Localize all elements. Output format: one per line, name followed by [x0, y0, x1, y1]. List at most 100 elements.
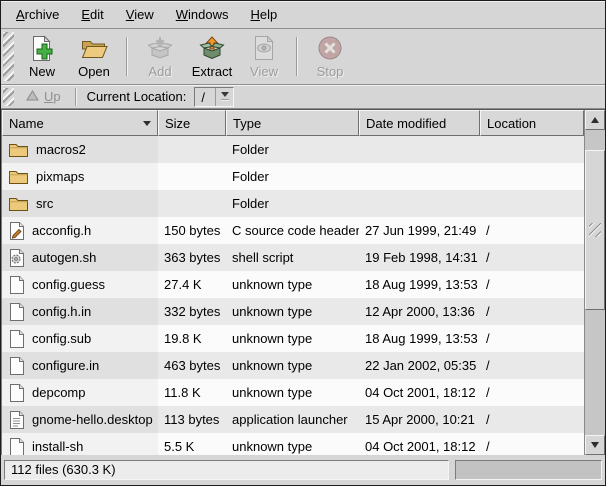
location-combo-dropdown[interactable]	[215, 88, 233, 106]
view-button: View	[238, 29, 290, 84]
scroll-down-button[interactable]	[585, 435, 605, 455]
table-row[interactable]: config.sub 19.8 K unknown type 18 Aug 19…	[2, 325, 584, 352]
file-type: unknown type	[226, 439, 359, 454]
file-size: 363 bytes	[158, 250, 226, 265]
scroll-up-button[interactable]	[585, 110, 605, 130]
header-icon	[8, 221, 25, 241]
file-date-modified: 22 Jan 2002, 05:35	[359, 358, 480, 373]
file-name: configure.in	[32, 358, 99, 373]
stop-button: Stop	[304, 29, 356, 84]
file-name: install-sh	[32, 439, 83, 454]
file-icon	[8, 275, 25, 295]
toolbar-separator	[296, 37, 298, 76]
view-file-icon	[253, 34, 275, 62]
add-button: Add	[134, 29, 186, 84]
vertical-scrollbar[interactable]	[584, 110, 605, 455]
chevron-down-icon	[221, 92, 229, 97]
table-row[interactable]: macros2 Folder	[2, 136, 584, 163]
column-header-name[interactable]: Name	[2, 110, 158, 136]
file-size: 5.5 K	[158, 439, 226, 454]
file-date-modified: 04 Oct 2001, 18:12	[359, 385, 480, 400]
menu-archive[interactable]: Archive	[5, 3, 70, 26]
file-name: depcomp	[32, 385, 85, 400]
script-icon	[8, 248, 25, 268]
file-date-modified: 04 Oct 2001, 18:12	[359, 439, 480, 454]
file-type: unknown type	[226, 385, 359, 400]
file-location: /	[480, 385, 584, 400]
file-size: 11.8 K	[158, 385, 226, 400]
menu-view[interactable]: View	[115, 3, 165, 26]
launcher-icon	[8, 410, 25, 430]
up-button-label: Up	[44, 89, 61, 104]
file-date-modified: 15 Apr 2000, 10:21	[359, 412, 480, 427]
table-row[interactable]: pixmaps Folder	[2, 163, 584, 190]
table-row[interactable]: autogen.sh 363 bytes shell script 19 Feb…	[2, 244, 584, 271]
file-location: /	[480, 439, 584, 454]
file-type: unknown type	[226, 358, 359, 373]
new-archive-icon	[30, 34, 54, 62]
file-list: macros2 Folder pixmaps Folder src Folder…	[2, 136, 584, 455]
column-header-type[interactable]: Type	[226, 110, 359, 136]
file-table: Name Size Type Date modified Location ma…	[1, 109, 605, 455]
file-location: /	[480, 358, 584, 373]
stop-icon	[317, 34, 343, 62]
table-row[interactable]: acconfig.h 150 bytes C source code heade…	[2, 217, 584, 244]
location-bar-drag-handle[interactable]	[3, 88, 14, 106]
new-button-label: New	[29, 64, 55, 79]
file-date-modified: 19 Feb 1998, 14:31	[359, 250, 480, 265]
table-row[interactable]: gnome-hello.desktop 113 bytes applicatio…	[2, 406, 584, 433]
folder-icon	[8, 195, 29, 212]
new-button[interactable]: New	[16, 29, 68, 84]
folder-icon	[8, 168, 29, 185]
menu-help[interactable]: Help	[239, 3, 288, 26]
up-button: Up	[18, 87, 69, 106]
file-name: macros2	[36, 142, 86, 157]
table-row[interactable]: install-sh 5.5 K unknown type 04 Oct 200…	[2, 433, 584, 455]
stop-button-label: Stop	[317, 64, 344, 79]
file-size: 332 bytes	[158, 304, 226, 319]
open-button[interactable]: Open	[68, 29, 120, 84]
progress-area	[455, 460, 602, 480]
file-location: /	[480, 223, 584, 238]
column-header-date-modified[interactable]: Date modified	[359, 110, 480, 136]
file-name: gnome-hello.desktop	[32, 412, 153, 427]
column-header-location[interactable]: Location	[480, 110, 584, 136]
file-name: config.h.in	[32, 304, 91, 319]
file-date-modified: 12 Apr 2000, 13:36	[359, 304, 480, 319]
arrow-up-icon	[591, 117, 599, 123]
table-row[interactable]: config.guess 27.4 K unknown type 18 Aug …	[2, 271, 584, 298]
file-location: /	[480, 304, 584, 319]
file-size: 113 bytes	[158, 412, 226, 427]
add-button-label: Add	[148, 64, 171, 79]
arrow-down-icon	[591, 442, 599, 448]
extract-icon	[199, 34, 225, 62]
menu-edit[interactable]: Edit	[70, 3, 114, 26]
extract-button[interactable]: Extract	[186, 29, 238, 84]
table-row[interactable]: src Folder	[2, 190, 584, 217]
scrollbar-trough[interactable]	[585, 130, 605, 435]
file-date-modified: 18 Aug 1999, 13:53	[359, 331, 480, 346]
view-button-label: View	[250, 64, 278, 79]
thumb-grip	[589, 223, 601, 237]
file-icon	[8, 356, 25, 376]
status-message: 112 files (630.3 K)	[4, 460, 449, 480]
extract-button-label: Extract	[192, 64, 232, 79]
file-type: unknown type	[226, 277, 359, 292]
menu-windows[interactable]: Windows	[165, 3, 240, 26]
archive-manager-window: Archive Edit View Windows Help New	[0, 0, 606, 486]
file-type: Folder	[226, 169, 359, 184]
table-row[interactable]: configure.in 463 bytes unknown type 22 J…	[2, 352, 584, 379]
toolbar-drag-handle[interactable]	[3, 32, 14, 81]
file-location: /	[480, 250, 584, 265]
column-header-size[interactable]: Size	[158, 110, 226, 136]
table-row[interactable]: config.h.in 332 bytes unknown type 12 Ap…	[2, 298, 584, 325]
file-location: /	[480, 412, 584, 427]
toolbar: New Open Add	[1, 29, 605, 85]
file-size: 463 bytes	[158, 358, 226, 373]
file-date-modified: 18 Aug 1999, 13:53	[359, 277, 480, 292]
scrollbar-thumb[interactable]	[585, 150, 605, 310]
table-row[interactable]: depcomp 11.8 K unknown type 04 Oct 2001,…	[2, 379, 584, 406]
location-combo[interactable]: /	[194, 87, 234, 107]
file-name: autogen.sh	[32, 250, 96, 265]
file-location: /	[480, 277, 584, 292]
